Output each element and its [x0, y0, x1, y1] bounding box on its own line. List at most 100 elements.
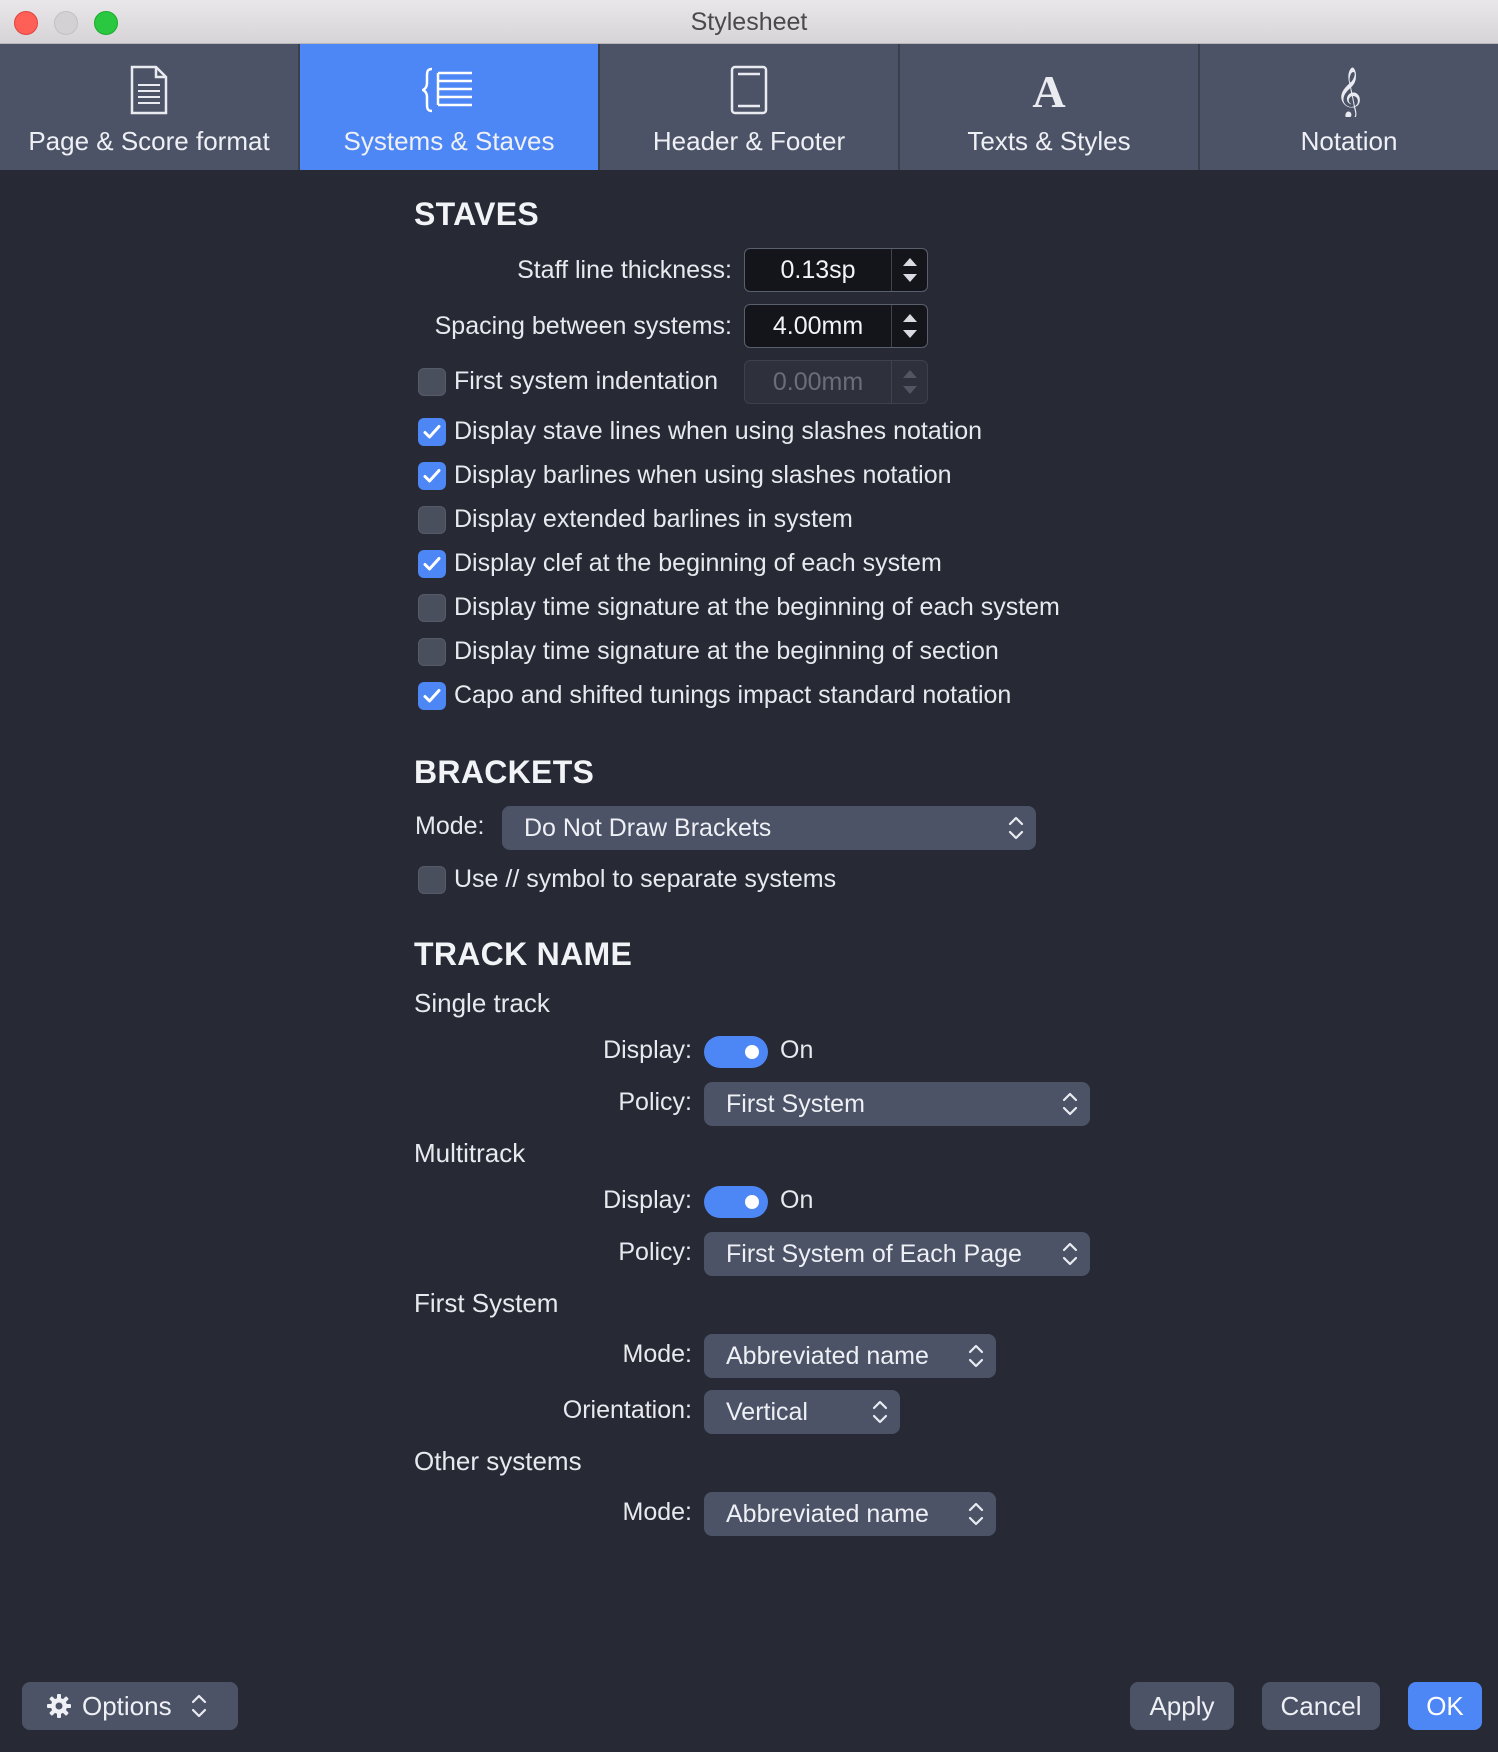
options-label: Options — [82, 1690, 172, 1721]
content-area: STAVES Staff line thickness: 0.13sp Spac… — [0, 170, 1498, 1670]
treble-clef-icon: 𝄞 — [1334, 64, 1364, 117]
capo-shifted-tunings-label: Capo and shifted tunings impact standard… — [454, 681, 1012, 709]
single-track-display-value: On — [780, 1036, 814, 1064]
section-title-track-name: TRACK NAME — [414, 936, 633, 972]
display-time-signature-section-checkbox[interactable] — [418, 638, 446, 666]
display-clef-checkbox[interactable] — [418, 550, 446, 578]
decrement-icon — [902, 386, 917, 394]
first-system-orientation-label: Orientation: — [562, 1396, 692, 1424]
display-stave-lines-checkbox[interactable] — [418, 418, 446, 446]
checkmark-icon — [423, 425, 441, 439]
staff-line-thickness-stepper[interactable]: 0.13sp — [744, 248, 928, 292]
separator-symbol-checkbox[interactable] — [418, 866, 446, 894]
multitrack-policy-select[interactable]: First System of Each Page — [704, 1232, 1090, 1276]
multitrack-display-value: On — [780, 1186, 814, 1214]
display-barlines-slashes-checkbox[interactable] — [418, 462, 446, 490]
single-track-title: Single track — [414, 988, 550, 1018]
spacing-between-systems-value[interactable]: 4.00mm — [745, 305, 891, 347]
first-system-mode-label: Mode: — [622, 1340, 692, 1368]
svg-text:𝄞: 𝄞 — [1336, 67, 1362, 117]
cancel-button[interactable]: Cancel — [1262, 1682, 1380, 1730]
staff-line-thickness-value[interactable]: 0.13sp — [745, 249, 891, 291]
first-system-mode-value: Abbreviated name — [726, 1341, 929, 1370]
display-time-signature-system-checkbox[interactable] — [418, 594, 446, 622]
header-footer-icon — [729, 64, 769, 116]
tab-notation[interactable]: 𝄞 Notation — [1200, 44, 1498, 170]
tab-label: Header & Footer — [652, 126, 846, 156]
decrement-icon[interactable] — [902, 330, 917, 338]
chevron-up-down-icon — [956, 1501, 996, 1527]
staff-line-thickness-label: Staff line thickness: — [517, 256, 732, 284]
display-extended-barlines-checkbox[interactable] — [418, 506, 446, 534]
brackets-mode-label: Mode: — [415, 812, 485, 840]
first-system-orientation-select[interactable]: Vertical — [704, 1390, 900, 1434]
section-title-brackets: BRACKETS — [414, 754, 595, 790]
other-systems-mode-value: Abbreviated name — [726, 1499, 929, 1528]
page-icon — [129, 64, 169, 116]
decrement-icon[interactable] — [902, 274, 917, 282]
text-style-icon: A — [1027, 64, 1071, 116]
checkmark-icon — [423, 469, 441, 483]
ok-button[interactable]: OK — [1408, 1682, 1482, 1730]
checkmark-icon — [423, 689, 441, 703]
multitrack-policy-label: Policy: — [618, 1238, 692, 1266]
separator-symbol-label: Use // symbol to separate systems — [454, 865, 837, 893]
tab-label: Notation — [1300, 126, 1398, 156]
first-system-title: First System — [414, 1288, 559, 1318]
svg-text:A: A — [1032, 67, 1065, 113]
other-systems-title: Other systems — [414, 1446, 582, 1476]
gear-icon — [46, 1693, 72, 1719]
tab-systems-staves[interactable]: Systems & Staves — [300, 44, 600, 170]
single-track-policy-value: First System — [726, 1089, 865, 1118]
display-barlines-slashes-label: Display barlines when using slashes nota… — [454, 461, 952, 489]
tab-label: Texts & Styles — [967, 126, 1131, 156]
spacing-between-systems-label: Spacing between systems: — [434, 312, 732, 340]
spacing-between-systems-stepper[interactable]: 4.00mm — [744, 304, 928, 348]
tab-page-score-format[interactable]: Page & Score format — [0, 44, 300, 170]
single-track-display-toggle[interactable] — [704, 1036, 768, 1068]
capo-shifted-tunings-checkbox[interactable] — [418, 682, 446, 710]
display-stave-lines-label: Display stave lines when using slashes n… — [454, 417, 983, 445]
checkmark-icon — [423, 557, 441, 571]
display-time-signature-system-label: Display time signature at the beginning … — [454, 593, 1060, 621]
section-title-staves: STAVES — [414, 196, 540, 232]
brackets-mode-value: Do Not Draw Brackets — [524, 813, 772, 842]
single-track-policy-label: Policy: — [618, 1088, 692, 1116]
multitrack-display-toggle[interactable] — [704, 1186, 768, 1218]
chevron-up-down-icon — [1050, 1091, 1090, 1117]
tab-header-footer[interactable]: Header & Footer — [600, 44, 900, 170]
title-bar: Stylesheet — [0, 0, 1498, 44]
first-system-indentation-value: 0.00mm — [772, 368, 864, 396]
chevron-up-down-icon — [190, 1693, 208, 1719]
first-system-mode-select[interactable]: Abbreviated name — [704, 1334, 996, 1378]
window-title: Stylesheet — [690, 8, 808, 36]
multitrack-policy-value: First System of Each Page — [726, 1239, 1022, 1268]
chevron-up-down-icon — [956, 1343, 996, 1369]
single-track-display-label: Display: — [603, 1036, 692, 1064]
options-button[interactable]: Options — [22, 1682, 238, 1730]
chevron-up-down-icon — [860, 1399, 900, 1425]
chevron-up-down-icon — [996, 815, 1036, 841]
increment-icon[interactable] — [902, 314, 917, 322]
first-system-orientation-value: Vertical — [726, 1397, 808, 1426]
display-extended-barlines-label: Display extended barlines in system — [454, 505, 853, 533]
tab-bar: Page & Score format Systems & Staves Hea… — [0, 44, 1498, 170]
single-track-policy-select[interactable]: First System — [704, 1082, 1090, 1126]
brackets-mode-select[interactable]: Do Not Draw Brackets — [502, 806, 1036, 850]
tab-label: Page & Score format — [28, 126, 270, 156]
tab-texts-styles[interactable]: A Texts & Styles — [900, 44, 1200, 170]
chevron-up-down-icon — [1050, 1241, 1090, 1267]
first-system-indentation-checkbox[interactable] — [418, 368, 446, 396]
increment-icon — [902, 370, 917, 378]
display-time-signature-section-label: Display time signature at the beginning … — [454, 637, 999, 665]
systems-staves-icon — [422, 64, 476, 116]
tab-label: Systems & Staves — [343, 126, 555, 156]
other-systems-mode-select[interactable]: Abbreviated name — [704, 1492, 996, 1536]
apply-button[interactable]: Apply — [1130, 1682, 1234, 1730]
first-system-indentation-stepper: 0.00mm — [744, 360, 928, 404]
multitrack-title: Multitrack — [414, 1138, 526, 1168]
other-systems-mode-label: Mode: — [622, 1498, 692, 1526]
multitrack-display-label: Display: — [603, 1186, 692, 1214]
first-system-indentation-label: First system indentation — [454, 367, 718, 395]
increment-icon[interactable] — [902, 258, 917, 266]
